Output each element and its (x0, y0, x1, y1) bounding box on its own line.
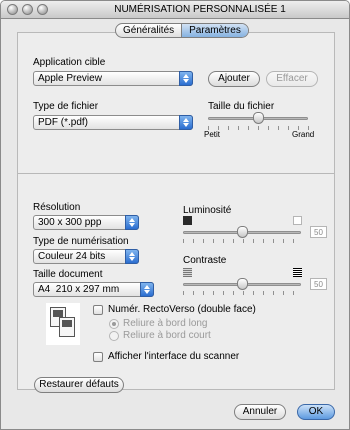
brightness-slider-knob[interactable] (237, 226, 248, 238)
dark-square-icon (183, 216, 192, 225)
file-size-slider-knob[interactable] (253, 112, 264, 124)
brightness-value-field[interactable]: 50 (310, 226, 327, 238)
close-window-icon[interactable] (7, 4, 18, 15)
cancel-button[interactable]: Annuler (234, 404, 286, 420)
file-type-label: Type de fichier (33, 101, 99, 112)
resolution-value: 300 x 300 ppp (38, 217, 102, 228)
doc-size-label: Taille document (33, 269, 103, 280)
target-app-label: Application cible (33, 57, 106, 68)
duplex-label: Numér. RectoVerso (double face) (108, 304, 256, 315)
high-contrast-icon (293, 268, 302, 277)
scan-type-label: Type de numérisation (33, 236, 129, 247)
doc-size-value: A4 210 x 297 mm (38, 284, 120, 295)
short-edge-label: Reliure à bord court (123, 330, 211, 341)
duplex-checkbox[interactable] (93, 305, 103, 315)
brightness-label: Luminosité (183, 205, 232, 216)
duplex-pages-icon (46, 303, 80, 345)
section-divider (18, 173, 334, 174)
brightness-ticks (183, 239, 302, 243)
dialog-window: NUMÉRISATION PERSONNALISÉE 1 Application… (0, 0, 350, 430)
zoom-window-icon[interactable] (37, 4, 48, 15)
contrast-slider-knob[interactable] (237, 278, 248, 290)
doc-size-select[interactable]: A4 210 x 297 mm (33, 282, 154, 297)
short-edge-radio[interactable] (109, 331, 119, 341)
target-app-value: Apple Preview (38, 73, 102, 84)
long-edge-radio[interactable] (109, 319, 119, 329)
minimize-window-icon[interactable] (22, 4, 33, 15)
ok-button[interactable]: OK (297, 404, 335, 420)
popup-arrows-icon (140, 282, 154, 297)
title-bar: NUMÉRISATION PERSONNALISÉE 1 (1, 1, 349, 19)
file-type-value: PDF (*.pdf) (38, 117, 89, 128)
show-interface-checkbox[interactable] (93, 352, 103, 362)
scan-type-select[interactable]: Couleur 24 bits (33, 249, 139, 264)
contrast-label: Contraste (183, 255, 227, 266)
tab-bar: Généralités Paramètres (115, 23, 249, 38)
scan-type-value: Couleur 24 bits (38, 251, 106, 262)
target-app-select[interactable]: Apple Preview (33, 71, 193, 86)
settings-panel: Application cible Apple Preview Ajouter … (17, 32, 335, 390)
tab-settings[interactable]: Paramètres (181, 24, 248, 37)
resolution-label: Résolution (33, 202, 81, 213)
file-size-label: Taille du fichier (208, 101, 275, 112)
restore-defaults-button[interactable]: Restaurer défauts (34, 377, 124, 393)
file-size-max-label: Grand (292, 130, 315, 139)
remove-app-button[interactable]: Effacer (266, 71, 318, 87)
tab-general[interactable]: Généralités (116, 24, 181, 37)
file-type-select[interactable]: PDF (*.pdf) (33, 115, 193, 130)
popup-arrows-icon (125, 215, 139, 230)
long-edge-label: Reliure à bord long (123, 318, 208, 329)
contrast-value-field[interactable]: 50 (310, 278, 327, 290)
show-interface-label: Afficher l'interface du scanner (108, 351, 240, 362)
popup-arrows-icon (179, 115, 193, 130)
resolution-select[interactable]: 300 x 300 ppp (33, 215, 139, 230)
contrast-ticks (183, 291, 302, 295)
light-square-icon (293, 216, 302, 225)
low-contrast-icon (183, 268, 192, 277)
window-title: NUMÉRISATION PERSONNALISÉE 1 (114, 4, 286, 15)
add-app-button[interactable]: Ajouter (208, 71, 260, 87)
file-size-min-label: Petit (204, 130, 221, 139)
popup-arrows-icon (125, 249, 139, 264)
popup-arrows-icon (179, 71, 193, 86)
